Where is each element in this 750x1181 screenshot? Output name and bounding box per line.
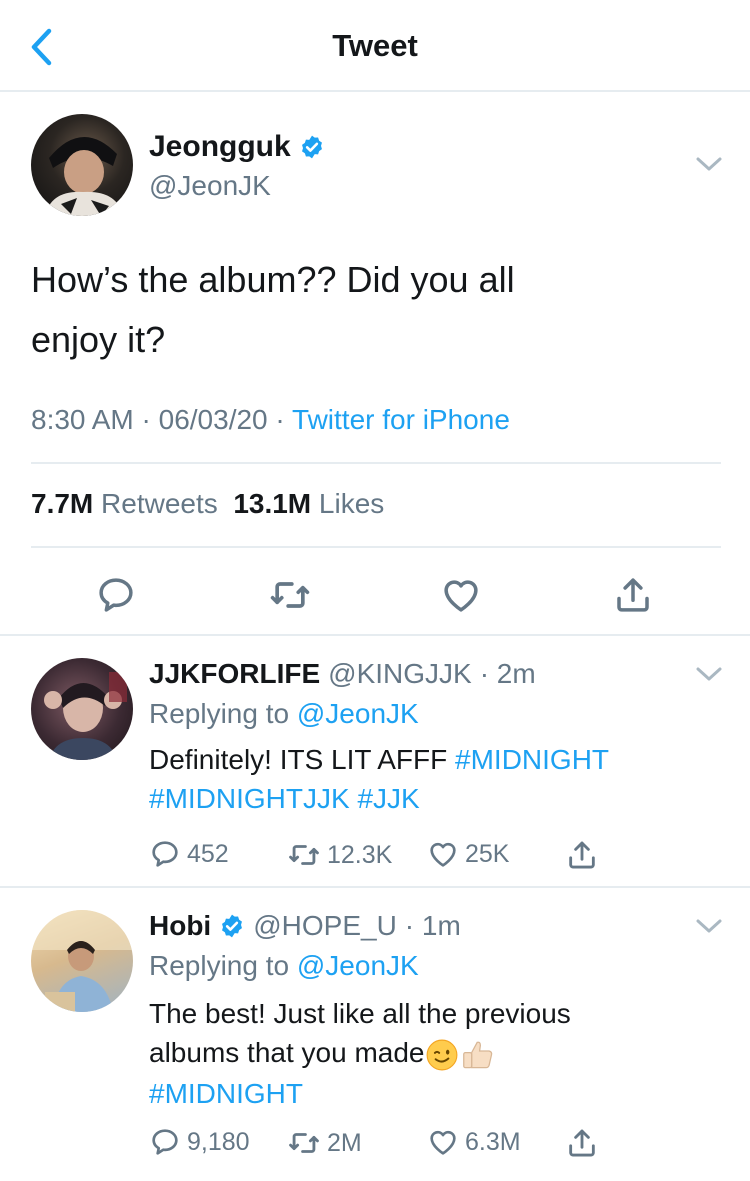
reply-time: · 2m	[479, 658, 536, 689]
like-count: 25K	[465, 839, 510, 868]
reply-header: Hobi @HOPE_U · 1m	[149, 910, 461, 942]
chevron-down-icon[interactable]	[694, 916, 724, 936]
share-icon	[569, 1129, 595, 1157]
tweet-text-line: enjoy it?	[31, 319, 166, 360]
retweet-count: 2M	[327, 1128, 362, 1157]
reply-text: The best! Just like all the previous alb…	[149, 994, 709, 1113]
retweet-icon	[289, 1133, 319, 1153]
nav-header: Tweet	[0, 0, 750, 92]
reply-author-name[interactable]: Hobi	[149, 910, 211, 942]
tweet-action-bar	[0, 565, 750, 625]
reply-header: JJKFORLIFE @KINGJJK · 2m	[149, 658, 536, 690]
reply-share-button[interactable]	[565, 838, 599, 872]
like-button[interactable]	[439, 573, 483, 617]
likes-label: Likes	[318, 488, 385, 519]
share-icon	[569, 841, 595, 869]
heart-icon	[430, 1130, 456, 1155]
reply-avatar[interactable]	[31, 910, 133, 1012]
divider	[31, 546, 721, 548]
retweets-stat[interactable]: 7.7M Retweets	[31, 488, 218, 519]
retweets-label: Retweets	[101, 488, 218, 519]
reply-count: 452	[187, 839, 229, 868]
meta-separator: ·	[275, 404, 285, 435]
author-handle[interactable]: @JeonJK	[149, 170, 271, 202]
tweet-text: How’s the album?? Did you all enjoy it?	[31, 250, 721, 370]
share-icon	[617, 578, 649, 612]
retweets-count: 7.7M	[31, 488, 94, 519]
reply-author-handle[interactable]: @HOPE_U	[253, 910, 397, 942]
replying-to-label: Replying to	[149, 950, 290, 981]
replying-to-mention[interactable]: @JeonJK	[297, 950, 419, 981]
reply-like-button[interactable]: 25K	[427, 838, 509, 870]
retweet-button[interactable]	[268, 573, 312, 617]
hashtag-link[interactable]: #MIDNIGHTJJK	[149, 783, 350, 814]
hashtag-link[interactable]: #JJK	[357, 783, 419, 814]
winking-face-emoji	[426, 1039, 457, 1071]
reply-text: Definitely! ITS LIT AFFF #MIDNIGHT #MIDN…	[149, 740, 709, 818]
author-name-label: Jeongguk	[149, 130, 291, 163]
tweet-meta: 8:30 AM · 06/03/20 · Twitter for iPhone	[31, 404, 510, 436]
retweet-count: 12.3K	[327, 840, 393, 869]
divider	[31, 462, 721, 464]
author-name[interactable]: Jeongguk	[149, 130, 325, 164]
chevron-down-icon[interactable]	[694, 154, 724, 174]
reply-tweet[interactable]: JJKFORLIFE @KINGJJK · 2m Replying to @Je…	[0, 636, 750, 886]
reply-author-handle[interactable]: @KINGJJK	[328, 658, 472, 690]
reply-retweet-button[interactable]: 2M	[287, 1126, 362, 1160]
hashtag-link[interactable]: #MIDNIGHT	[149, 1078, 303, 1109]
reply-reply-button[interactable]: 9,180	[149, 1126, 250, 1158]
like-count: 6.3M	[465, 1127, 521, 1156]
author-avatar[interactable]	[31, 114, 133, 216]
tweet-stats: 7.7M Retweets 13.1M Likes	[31, 488, 384, 520]
verified-badge-icon	[222, 914, 243, 938]
hashtag-link[interactable]: #MIDNIGHT	[455, 744, 609, 775]
reply-button[interactable]	[94, 573, 138, 617]
reply-time: · 1m	[404, 910, 461, 941]
share-button[interactable]	[611, 573, 655, 617]
replying-to: Replying to @JeonJK	[149, 950, 419, 982]
tweet-date: 06/03/20	[158, 404, 268, 435]
replying-to-mention[interactable]: @JeonJK	[297, 698, 419, 729]
reply-icon	[152, 1129, 178, 1155]
verified-badge-icon	[301, 135, 322, 159]
retweet-icon	[270, 582, 310, 608]
replying-to: Replying to @JeonJK	[149, 698, 419, 730]
reply-count: 9,180	[187, 1127, 250, 1156]
reply-icon	[99, 578, 133, 612]
likes-stat[interactable]: 13.1M Likes	[233, 488, 384, 519]
reply-reply-button[interactable]: 452	[149, 838, 229, 870]
reply-body-line: albums that you made	[149, 1037, 425, 1068]
reply-retweet-button[interactable]: 12.3K	[287, 838, 392, 872]
meta-separator: ·	[141, 404, 151, 435]
tweet-time: 8:30 AM	[31, 404, 134, 435]
reply-like-button[interactable]: 6.3M	[427, 1126, 521, 1158]
thumbs-up-emoji	[462, 1041, 492, 1068]
page-title: Tweet	[332, 28, 418, 63]
tweet-text-line: How’s the album?? Did you all	[31, 259, 515, 300]
replying-to-label: Replying to	[149, 698, 290, 729]
reply-avatar[interactable]	[31, 658, 133, 760]
likes-count: 13.1M	[233, 488, 312, 519]
reply-tweet[interactable]: Hobi @HOPE_U · 1m Replying to @JeonJK Th…	[0, 888, 750, 1181]
reply-icon	[152, 841, 178, 867]
heart-icon	[430, 842, 456, 867]
reply-body-line: The best! Just like all the previous	[149, 998, 571, 1029]
retweet-icon	[289, 845, 319, 865]
reply-author-name[interactable]: JJKFORLIFE	[149, 658, 320, 690]
tweet-source-link[interactable]: Twitter for iPhone	[292, 404, 510, 435]
chevron-down-icon[interactable]	[694, 664, 724, 684]
heart-icon	[444, 580, 478, 612]
reply-body: Definitely! ITS LIT AFFF	[149, 744, 448, 775]
reply-share-button[interactable]	[565, 1126, 599, 1160]
